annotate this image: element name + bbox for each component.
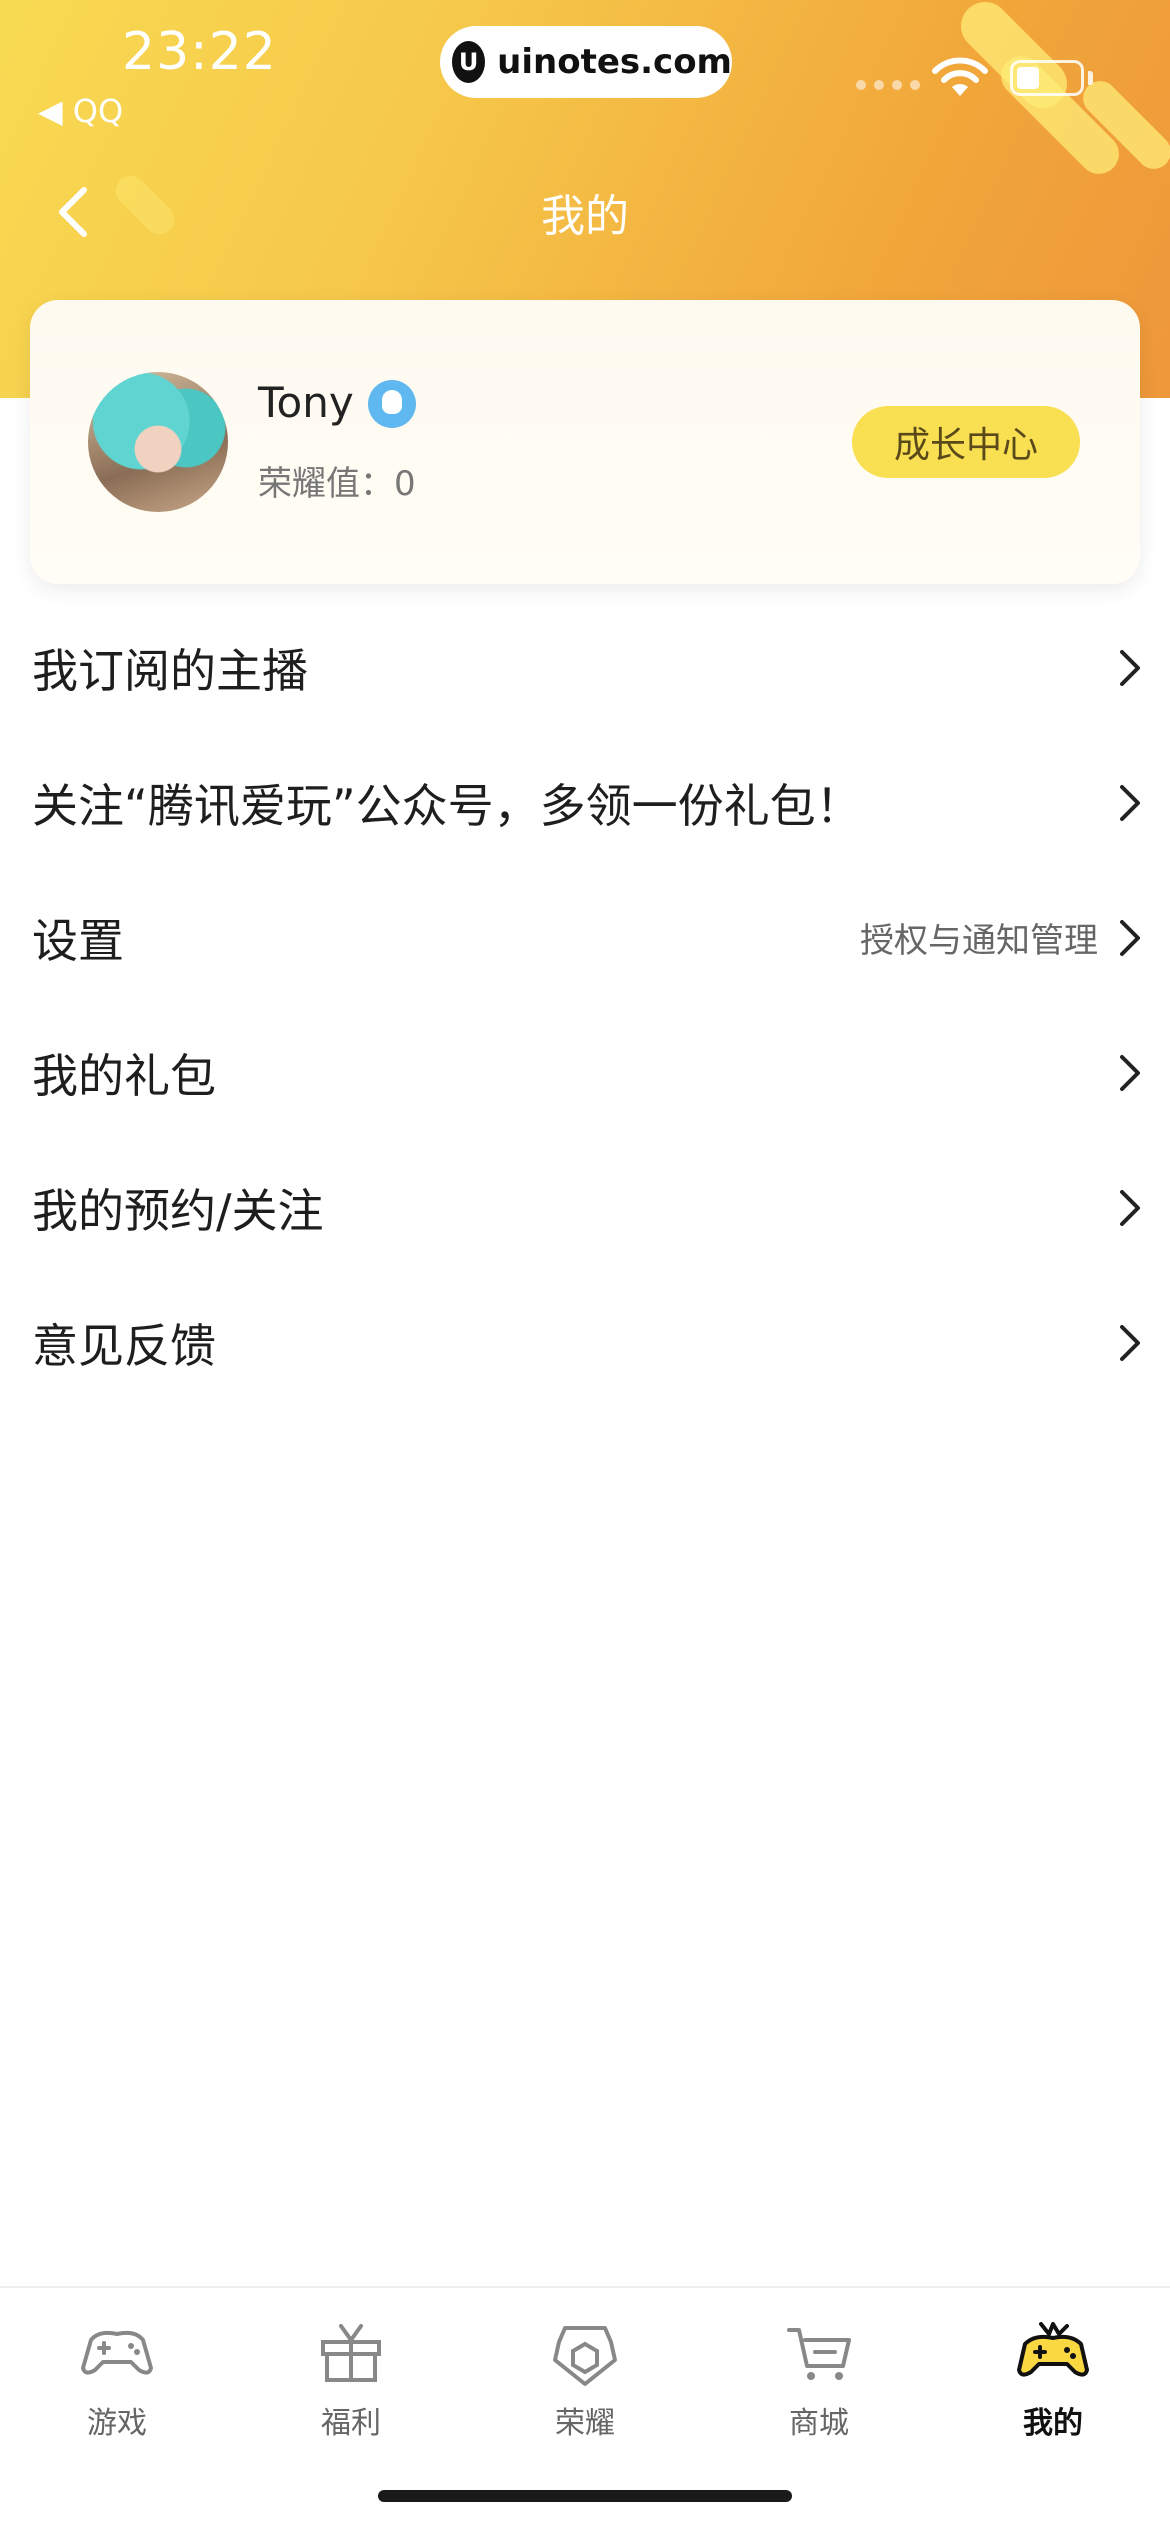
menu-label: 我订阅的主播 xyxy=(32,643,308,698)
profile-card: Tony 荣耀值：0 成长中心 xyxy=(30,300,1140,584)
gift-icon xyxy=(321,2324,381,2382)
menu-item-subscribed-streamers[interactable]: 我订阅的主播 xyxy=(0,600,1170,735)
chevron-right-icon xyxy=(1120,1324,1140,1361)
tab-label: 商城 xyxy=(789,2406,849,2441)
chevron-right-icon xyxy=(1120,784,1140,821)
tab-label: 我的 xyxy=(1023,2406,1083,2441)
chevron-right-icon xyxy=(1120,1054,1140,1091)
battery-tip xyxy=(1088,71,1093,85)
menu-label: 关注“腾讯爱玩”公众号，多领一份礼包！ xyxy=(32,778,862,833)
home-indicator xyxy=(378,2490,792,2502)
back-to-app[interactable]: ◀ QQ xyxy=(38,92,123,130)
menu-item-reservations[interactable]: 我的预约/关注 xyxy=(0,1140,1170,1275)
url-text: uinotes.com xyxy=(497,42,732,82)
tab-label: 荣耀 xyxy=(555,2406,615,2441)
cart-icon xyxy=(787,2328,851,2380)
wifi-icon xyxy=(932,57,988,96)
gamepad-icon xyxy=(81,2330,153,2375)
qq-badge-icon xyxy=(368,380,416,428)
chevron-right-icon xyxy=(1120,919,1140,956)
menu-label: 意见反馈 xyxy=(32,1318,216,1373)
tab-label: 福利 xyxy=(321,2406,381,2441)
url-pill: U uinotes.com xyxy=(440,26,732,98)
menu-label: 我的预约/关注 xyxy=(32,1183,324,1238)
signal-icon xyxy=(856,80,920,90)
battery-icon xyxy=(1010,60,1084,96)
tab-games[interactable]: 游戏 xyxy=(0,2288,234,2468)
menu-label: 设置 xyxy=(32,913,124,968)
tab-welfare[interactable]: 福利 xyxy=(234,2288,468,2468)
honor-badge-icon xyxy=(553,2326,617,2386)
tab-label: 游戏 xyxy=(87,2406,147,2441)
chevron-right-icon xyxy=(1120,649,1140,686)
tab-honor[interactable]: 荣耀 xyxy=(468,2288,702,2468)
chevron-right-icon xyxy=(1120,1189,1140,1226)
menu-item-feedback[interactable]: 意见反馈 xyxy=(0,1275,1170,1410)
tab-shop[interactable]: 商城 xyxy=(702,2288,936,2468)
page-title: 我的 xyxy=(541,191,629,242)
username: Tony xyxy=(258,378,354,427)
menu-label: 我的礼包 xyxy=(32,1048,216,1103)
status-time: 23:22 xyxy=(122,22,277,82)
mine-gamepad-icon xyxy=(1017,2322,1089,2377)
menu-sub-label: 授权与通知管理 xyxy=(860,921,1098,961)
avatar[interactable] xyxy=(88,372,228,512)
menu-item-my-gifts[interactable]: 我的礼包 xyxy=(0,1005,1170,1140)
tab-mine[interactable]: 我的 xyxy=(936,2288,1170,2468)
honor-value: 荣耀值：0 xyxy=(258,464,416,504)
menu-item-settings[interactable]: 设置 授权与通知管理 xyxy=(0,870,1170,1005)
menu-item-follow-account[interactable]: 关注“腾讯爱玩”公众号，多领一份礼包！ xyxy=(0,735,1170,870)
growth-center-button[interactable]: 成长中心 xyxy=(852,406,1080,478)
site-logo-icon: U xyxy=(452,41,486,83)
menu-list: 我订阅的主播 关注“腾讯爱玩”公众号，多领一份礼包！ 设置 授权与通知管理 我的… xyxy=(0,600,1170,1410)
